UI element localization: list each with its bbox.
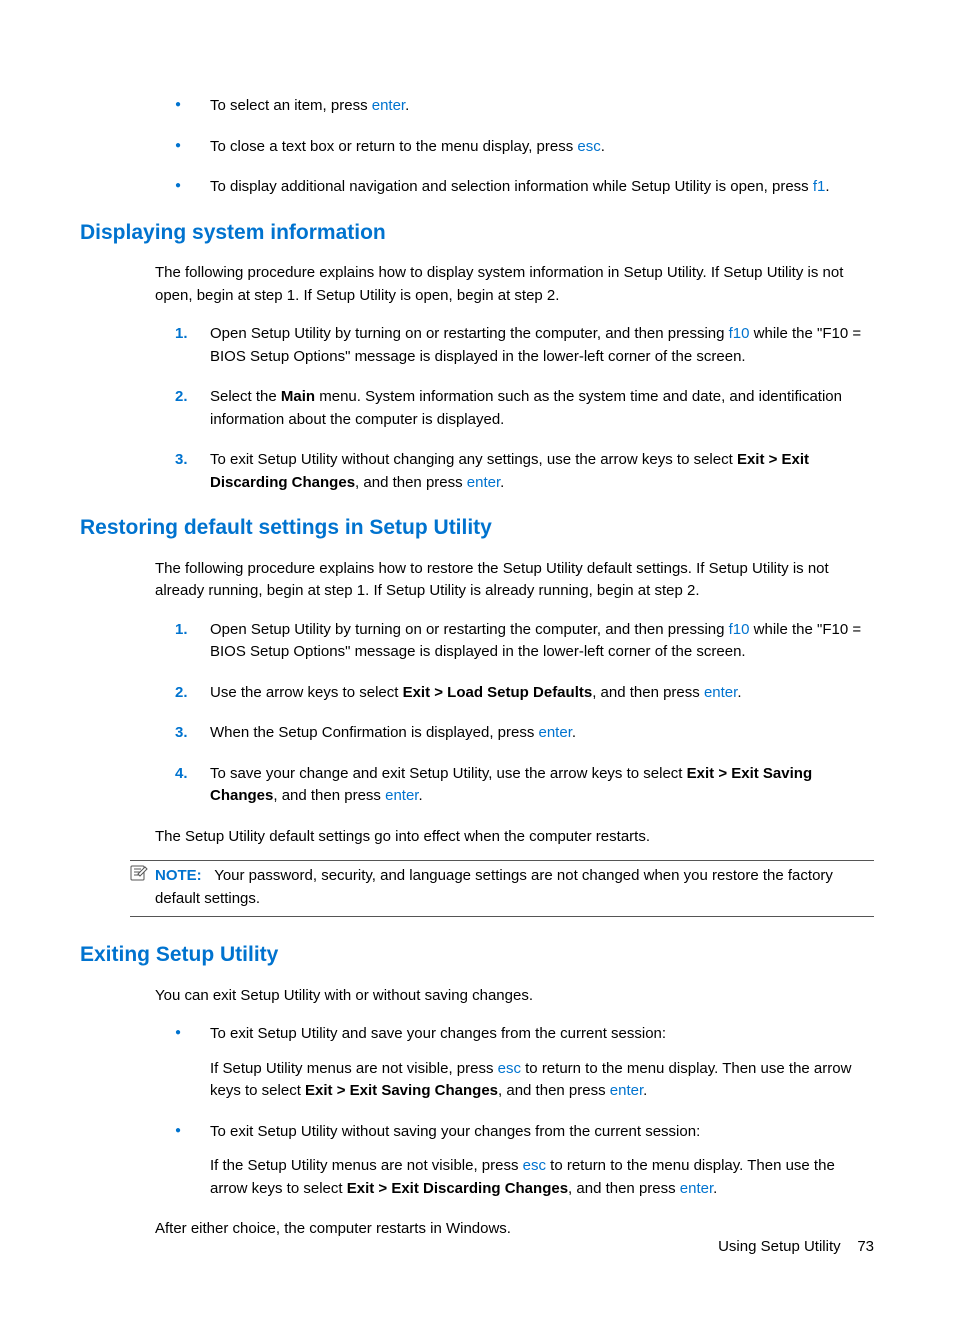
step-item: Open Setup Utility by turning on or rest… xyxy=(155,323,874,368)
heading-restoring-defaults: Restoring default settings in Setup Util… xyxy=(80,512,874,544)
follow-text: The Setup Utility default settings go in… xyxy=(155,826,874,849)
note-box: NOTE: Your password, security, and langu… xyxy=(130,860,874,917)
key-label: enter xyxy=(680,1180,713,1197)
step-item: To save your change and exit Setup Utili… xyxy=(155,763,874,808)
list-item: To exit Setup Utility without saving you… xyxy=(175,1121,874,1201)
text: Use the arrow keys to select xyxy=(210,684,403,701)
heading-displaying-system-information: Displaying system information xyxy=(80,217,874,249)
text: . xyxy=(643,1082,647,1099)
list-item: To select an item, press enter. xyxy=(175,95,874,118)
step-item: Open Setup Utility by turning on or rest… xyxy=(155,619,874,664)
footer-label: Using Setup Utility xyxy=(718,1238,841,1255)
exit-bullet-list: To exit Setup Utility and save your chan… xyxy=(175,1023,874,1200)
text: When the Setup Confirmation is displayed… xyxy=(210,724,539,741)
bold-text: Main xyxy=(281,388,315,405)
text: Select the xyxy=(210,388,281,405)
key-label: enter xyxy=(372,97,405,114)
section-intro: The following procedure explains how to … xyxy=(155,262,874,307)
bullet-sub: If the Setup Utility menus are not visib… xyxy=(210,1155,874,1200)
list-item: To exit Setup Utility and save your chan… xyxy=(175,1023,874,1103)
text: To save your change and exit Setup Utili… xyxy=(210,765,687,782)
text: . xyxy=(601,138,605,155)
text: , and then press xyxy=(355,474,467,491)
text: , and then press xyxy=(568,1180,680,1197)
step-item: To exit Setup Utility without changing a… xyxy=(155,449,874,494)
key-label: enter xyxy=(467,474,500,491)
note-icon xyxy=(130,865,148,881)
key-label: esc xyxy=(577,138,600,155)
key-label: enter xyxy=(704,684,737,701)
text: . xyxy=(713,1180,717,1197)
note-text xyxy=(206,867,214,884)
text: Open Setup Utility by turning on or rest… xyxy=(210,621,729,638)
section-intro: You can exit Setup Utility with or witho… xyxy=(155,985,874,1008)
text: Open Setup Utility by turning on or rest… xyxy=(210,325,729,342)
key-label: esc xyxy=(523,1157,546,1174)
text: . xyxy=(405,97,409,114)
steps-list: Open Setup Utility by turning on or rest… xyxy=(155,619,874,808)
key-label: esc xyxy=(498,1060,521,1077)
heading-exiting-setup-utility: Exiting Setup Utility xyxy=(80,939,874,971)
list-item: To close a text box or return to the men… xyxy=(175,136,874,159)
bold-text: Exit > Exit Discarding Changes xyxy=(347,1180,568,1197)
bullet-head: To exit Setup Utility and save your chan… xyxy=(210,1023,874,1046)
text: , and then press xyxy=(498,1082,610,1099)
text: . xyxy=(737,684,741,701)
text: If the Setup Utility menus are not visib… xyxy=(210,1157,523,1174)
text: To select an item, press xyxy=(210,97,372,114)
intro-bullet-list: To select an item, press enter. To close… xyxy=(175,95,874,199)
key-label: enter xyxy=(539,724,572,741)
text: . xyxy=(500,474,504,491)
key-label: enter xyxy=(385,787,418,804)
page-footer: Using Setup Utility 73 xyxy=(718,1236,874,1259)
text: . xyxy=(572,724,576,741)
step-item: Select the Main menu. System information… xyxy=(155,386,874,431)
text: , and then press xyxy=(273,787,385,804)
section-intro: The following procedure explains how to … xyxy=(155,558,874,603)
list-item: To display additional navigation and sel… xyxy=(175,176,874,199)
bullet-sub: If Setup Utility menus are not visible, … xyxy=(210,1058,874,1103)
steps-list: Open Setup Utility by turning on or rest… xyxy=(155,323,874,494)
step-item: Use the arrow keys to select Exit > Load… xyxy=(155,682,874,705)
note-label: NOTE: xyxy=(155,867,202,884)
bullet-head: To exit Setup Utility without saving you… xyxy=(210,1121,874,1144)
note-text: Your password, security, and language se… xyxy=(155,867,833,907)
key-label: enter xyxy=(610,1082,643,1099)
text: To display additional navigation and sel… xyxy=(210,178,813,195)
text: To close a text box or return to the men… xyxy=(210,138,577,155)
key-label: f1 xyxy=(813,178,826,195)
key-label: f10 xyxy=(729,325,750,342)
text: To exit Setup Utility without changing a… xyxy=(210,451,737,468)
bold-text: Exit > Load Setup Defaults xyxy=(403,684,593,701)
key-label: f10 xyxy=(729,621,750,638)
page-number: 73 xyxy=(857,1238,874,1255)
text: . xyxy=(418,787,422,804)
bold-text: Exit > Exit Saving Changes xyxy=(305,1082,498,1099)
text: If Setup Utility menus are not visible, … xyxy=(210,1060,498,1077)
step-item: When the Setup Confirmation is displayed… xyxy=(155,722,874,745)
text: . xyxy=(825,178,829,195)
text: , and then press xyxy=(592,684,704,701)
note-body: NOTE: Your password, security, and langu… xyxy=(130,865,874,910)
